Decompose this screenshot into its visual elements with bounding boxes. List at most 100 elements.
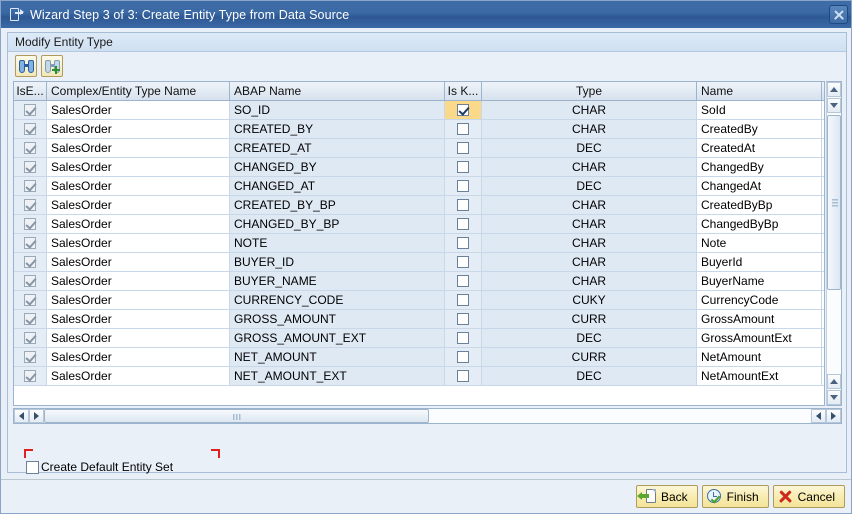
cell-abap-name[interactable]: NET_AMOUNT [230, 348, 445, 366]
cell-complex-entity-type-name[interactable]: SalesOrder [47, 120, 230, 138]
cell-complex-entity-type-name[interactable]: SalesOrder [47, 329, 230, 347]
create-default-entity-set-checkbox[interactable]: Create Default Entity Set [26, 460, 173, 474]
scroll-down-icon[interactable] [827, 98, 841, 113]
table-row[interactable]: SalesOrder CHANGED_AT DEC ChangedAt [14, 177, 824, 196]
cell-complex-entity-type-name[interactable]: SalesOrder [47, 139, 230, 157]
cell-is-entity[interactable] [14, 291, 47, 309]
checkbox-box[interactable] [457, 180, 469, 192]
cell-name[interactable]: BuyerId [697, 253, 822, 271]
cell-type[interactable]: CHAR [482, 234, 697, 252]
cell-name[interactable]: ChangedBy [697, 158, 822, 176]
scroll-up-bottom-icon[interactable] [827, 374, 841, 389]
cell-is-entity[interactable] [14, 367, 47, 385]
scroll-right-icon[interactable] [29, 409, 44, 423]
table-row[interactable]: SalesOrder GROSS_AMOUNT_EXT DEC GrossAmount… [14, 329, 824, 348]
cell-is-entity[interactable] [14, 177, 47, 195]
checkbox-box[interactable] [457, 351, 469, 363]
column-header-is-key[interactable]: Is K... [445, 82, 482, 100]
cell-is-entity[interactable] [14, 272, 47, 290]
horizontal-scroll-track[interactable] [429, 409, 811, 423]
cell-type[interactable]: CHAR [482, 272, 697, 290]
finish-button[interactable]: Finish [701, 485, 769, 508]
checkbox-box[interactable] [457, 104, 469, 116]
cell-complex-entity-type-name[interactable]: SalesOrder [47, 215, 230, 233]
checkbox-box[interactable] [457, 161, 469, 173]
cell-is-key[interactable] [445, 272, 482, 290]
column-header-name[interactable]: Name [697, 82, 822, 100]
checkbox-box[interactable] [457, 237, 469, 249]
cell-complex-entity-type-name[interactable]: SalesOrder [47, 234, 230, 252]
cell-abap-name[interactable]: GROSS_AMOUNT [230, 310, 445, 328]
table-row[interactable]: SalesOrder SO_ID CHAR SoId [14, 101, 824, 120]
cell-complex-entity-type-name[interactable]: SalesOrder [47, 253, 230, 271]
cell-is-entity[interactable] [14, 196, 47, 214]
cell-complex-entity-type-name[interactable]: SalesOrder [47, 101, 230, 119]
cell-is-key[interactable] [445, 291, 482, 309]
cell-is-key[interactable] [445, 120, 482, 138]
scroll-left-end-icon[interactable] [811, 409, 826, 423]
cell-is-entity[interactable] [14, 215, 47, 233]
cell-name[interactable]: BuyerName [697, 272, 822, 290]
column-header-is-entity[interactable]: IsE... [14, 82, 47, 100]
cell-name[interactable]: Note [697, 234, 822, 252]
cell-name[interactable]: CreatedBy [697, 120, 822, 138]
cell-complex-entity-type-name[interactable]: SalesOrder [47, 348, 230, 366]
table-row[interactable]: SalesOrder NET_AMOUNT_EXT DEC NetAmountExt [14, 367, 824, 386]
cell-is-entity[interactable] [14, 329, 47, 347]
checkbox-box[interactable] [457, 123, 469, 135]
cell-type[interactable]: CHAR [482, 196, 697, 214]
cell-complex-entity-type-name[interactable]: SalesOrder [47, 196, 230, 214]
cell-is-entity[interactable] [14, 101, 47, 119]
cell-is-entity[interactable] [14, 348, 47, 366]
cell-abap-name[interactable]: CHANGED_BY [230, 158, 445, 176]
cell-abap-name[interactable]: GROSS_AMOUNT_EXT [230, 329, 445, 347]
horizontal-scroll-thumb[interactable] [44, 409, 429, 423]
cell-is-key[interactable] [445, 139, 482, 157]
cell-is-key[interactable] [445, 177, 482, 195]
cell-name[interactable]: NetAmount [697, 348, 822, 366]
checkbox-box[interactable] [457, 313, 469, 325]
horizontal-scrollbar[interactable] [13, 408, 842, 424]
table-row[interactable]: SalesOrder CREATED_AT DEC CreatedAt [14, 139, 824, 158]
cancel-button[interactable]: Cancel [772, 485, 845, 508]
cell-abap-name[interactable]: CHANGED_AT [230, 177, 445, 195]
table-row[interactable]: SalesOrder CHANGED_BY_BP CHAR ChangedByBp [14, 215, 824, 234]
cell-is-key[interactable] [445, 310, 482, 328]
cell-is-entity[interactable] [14, 139, 47, 157]
cell-is-entity[interactable] [14, 120, 47, 138]
cell-type[interactable]: DEC [482, 177, 697, 195]
table-row[interactable]: SalesOrder CURRENCY_CODE CUKY CurrencyCode [14, 291, 824, 310]
cell-type[interactable]: DEC [482, 139, 697, 157]
cell-is-key[interactable] [445, 101, 482, 119]
scroll-left-icon[interactable] [14, 409, 29, 423]
cell-name[interactable]: GrossAmount [697, 310, 822, 328]
table-row[interactable]: SalesOrder NOTE CHAR Note [14, 234, 824, 253]
cell-abap-name[interactable]: CREATED_BY [230, 120, 445, 138]
table-row[interactable]: SalesOrder CHANGED_BY CHAR ChangedBy [14, 158, 824, 177]
cell-name[interactable]: CurrencyCode [697, 291, 822, 309]
table-row[interactable]: SalesOrder NET_AMOUNT CURR NetAmount [14, 348, 824, 367]
checkbox-box[interactable] [457, 332, 469, 344]
find-button[interactable] [15, 55, 37, 77]
cell-is-entity[interactable] [14, 234, 47, 252]
cell-name[interactable]: CreatedAt [697, 139, 822, 157]
cell-abap-name[interactable]: BUYER_NAME [230, 272, 445, 290]
cell-type[interactable]: CURR [482, 310, 697, 328]
vertical-scroll-thumb[interactable] [827, 115, 841, 290]
vertical-scrollbar[interactable] [826, 81, 842, 406]
cell-complex-entity-type-name[interactable]: SalesOrder [47, 310, 230, 328]
cell-abap-name[interactable]: SO_ID [230, 101, 445, 119]
checkbox-box[interactable] [457, 294, 469, 306]
cell-type[interactable]: CHAR [482, 101, 697, 119]
cell-abap-name[interactable]: CURRENCY_CODE [230, 291, 445, 309]
close-icon[interactable] [829, 5, 848, 24]
cell-name[interactable]: ChangedAt [697, 177, 822, 195]
checkbox-box[interactable] [457, 256, 469, 268]
cell-type[interactable]: DEC [482, 329, 697, 347]
cell-is-key[interactable] [445, 253, 482, 271]
cell-type[interactable]: CHAR [482, 215, 697, 233]
cell-is-key[interactable] [445, 158, 482, 176]
column-header-complex-entity-type-name[interactable]: Complex/Entity Type Name [47, 82, 230, 100]
cell-complex-entity-type-name[interactable]: SalesOrder [47, 291, 230, 309]
scroll-up-icon[interactable] [827, 82, 841, 97]
